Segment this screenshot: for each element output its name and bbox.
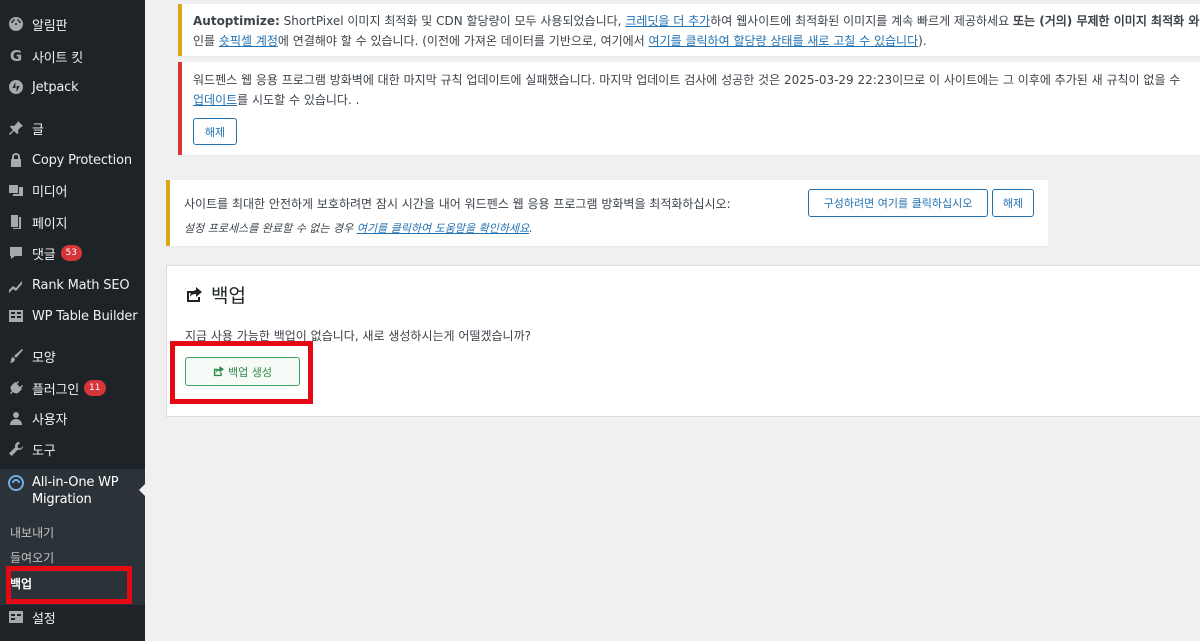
menu-label: 미디어 [32, 184, 68, 200]
refresh-quota-link[interactable]: 여기를 클릭하여 할당량 상태를 새로 고칠 수 있습니다 [649, 34, 919, 48]
menu-label: WP Table Builder [32, 308, 138, 324]
submenu-export[interactable]: 내보내기 [10, 524, 54, 541]
firewall-update-line-1: 워드펜스 웹 응용 프로그램 방화벽에 대한 마지막 규칙 업데이트에 실패했습… [193, 73, 1181, 87]
comment-icon [8, 245, 24, 261]
autoptimize-notice: Autoptimize: ShortPixel 이미지 최적화 및 CDN 할당… [178, 4, 1200, 56]
lock-icon [8, 152, 24, 168]
menu-item-site-kit[interactable]: G 사이트 킷 [0, 46, 145, 66]
firewall-optimize-dismiss-button[interactable]: 해제 [992, 189, 1034, 217]
firewall-update-dismiss-button[interactable]: 해제 [193, 118, 237, 145]
menu-item-pages[interactable]: 페이지 [0, 212, 145, 232]
notice-text: . [529, 222, 533, 235]
admin-sidebar: 알림판 G 사이트 킷 Jetpack 글 Copy Protection 미디… [0, 0, 146, 641]
menu-item-posts[interactable]: 글 [0, 118, 145, 138]
backups-title: 백업 [185, 281, 246, 308]
menu-label: All-in-One WP Migration [32, 475, 119, 507]
menu-item-settings[interactable]: 설정 [0, 607, 145, 627]
menu-label: 모양 [32, 350, 56, 366]
dashboard-icon [8, 16, 24, 32]
share-icon [187, 286, 202, 302]
notice-text: 에 연결해야 할 수 있습니다. (이전에 가져온 데이터를 기반으로, 여기에… [277, 34, 649, 48]
menu-label: 설정 [32, 611, 56, 627]
brush-icon [8, 348, 24, 364]
menu-item-all-in-one-wp-migration[interactable]: All-in-One WP Migration [0, 469, 145, 514]
menu-label: 페이지 [32, 216, 68, 232]
add-credits-link[interactable]: 크레딧을 더 추가 [625, 14, 710, 28]
notice-text: 인를 [193, 34, 219, 48]
autoptimize-line-2: 인를 숏픽셀 계정에 연결해야 할 수 있습니다. (이전에 가져온 데이터를 … [193, 32, 927, 49]
backups-panel: 백업 지금 사용 가능한 백업이 없습니다, 새로 생성하시는게 어떨겠습니까?… [166, 265, 1200, 417]
menu-item-wp-table-builder[interactable]: WP Table Builder [0, 306, 145, 326]
firewall-update-notice: 워드펜스 웹 응용 프로그램 방화벽에 대한 마지막 규칙 업데이트에 실패했습… [178, 62, 1200, 155]
menu-item-users[interactable]: 사용자 [0, 408, 145, 428]
submenu-import[interactable]: 들여오기 [10, 549, 54, 566]
page-icon [8, 214, 24, 230]
menu-label: 사이트 킷 [32, 50, 83, 66]
firewall-optimize-notice: 사이트를 최대한 안전하게 보호하려면 잠시 시간을 내어 워드펜스 웹 응용 … [166, 180, 1048, 246]
create-backup-highlight [170, 341, 313, 404]
notice-text: 하여 웹사이트에 최적화된 이미지를 계속 빠르게 제공하세요 [710, 14, 1013, 28]
menu-label: 댓글 [32, 247, 56, 263]
menu-item-appearance[interactable]: 모양 [0, 346, 145, 366]
firewall-help-link[interactable]: 여기를 클릭하여 도움말을 확인하세요 [357, 222, 529, 235]
menu-label: 글 [32, 122, 44, 138]
firewall-optimize-line-1: 사이트를 최대한 안전하게 보호하려면 잠시 시간을 내어 워드펜스 웹 응용 … [184, 197, 731, 211]
menu-label: 사용자 [32, 412, 68, 428]
menu-item-media[interactable]: 미디어 [0, 180, 145, 200]
menu-label: Rank Math SEO [32, 277, 130, 293]
site-kit-g-icon: G [9, 47, 23, 65]
backup-menu-highlight [6, 566, 132, 604]
plugin-icon [8, 380, 24, 396]
wrench-icon [8, 441, 24, 457]
menu-item-plugins[interactable]: 플러그인 11 [0, 378, 145, 398]
user-icon [8, 410, 24, 426]
shortpixel-account-link[interactable]: 숏픽셀 계정 [219, 34, 278, 48]
backups-title-text: 백업 [211, 285, 246, 307]
rank-math-icon [8, 277, 24, 293]
jetpack-icon [8, 79, 24, 95]
notice-text: ShortPixel 이미지 최적화 및 CDN 할당량이 모두 사용되었습니다… [279, 14, 626, 28]
autoptimize-line-1: Autoptimize: ShortPixel 이미지 최적화 및 CDN 할당… [193, 12, 1199, 29]
notice-bold-text: 또는 (거의) 무제한 이미지 최적화 와 [1012, 14, 1200, 28]
autoptimize-brand: Autoptimize: [193, 14, 280, 28]
menu-item-rank-math[interactable]: Rank Math SEO [0, 275, 145, 295]
configure-firewall-button[interactable]: 구성하려면 여기를 클릭하십시오 [808, 189, 988, 217]
menu-label: 도구 [32, 443, 56, 459]
plugins-update-badge: 11 [84, 380, 106, 396]
menu-item-dashboard[interactable]: 알림판 [0, 14, 145, 34]
notice-text: 설정 프로세스를 완료할 수 없는 경우 [184, 222, 357, 235]
table-icon [8, 308, 24, 324]
menu-label: 알림판 [32, 18, 68, 34]
menu-label: Copy Protection [32, 152, 132, 168]
firewall-update-line-2: 업데이트를 시도할 수 있습니다. . [193, 91, 359, 108]
menu-item-comments[interactable]: 댓글 53 [0, 243, 145, 263]
firewall-update-link[interactable]: 업데이트 [193, 93, 237, 107]
notice-text: ). [918, 34, 927, 48]
menu-label: Jetpack [32, 79, 79, 95]
menu-label: 플러그인 [32, 382, 80, 398]
settings-icon [8, 609, 24, 625]
current-menu-arrow [139, 483, 146, 497]
menu-item-tools[interactable]: 도구 [0, 439, 145, 459]
media-icon [8, 182, 24, 198]
comments-count-badge: 53 [60, 245, 82, 261]
notice-text: 를 시도할 수 있습니다. . [237, 93, 360, 107]
pin-icon [8, 120, 24, 136]
menu-item-copy-protection[interactable]: Copy Protection [0, 150, 145, 170]
menu-item-jetpack[interactable]: Jetpack [0, 77, 145, 97]
migration-icon [8, 475, 24, 491]
firewall-optimize-line-2: 설정 프로세스를 완료할 수 없는 경우 여기를 클릭하여 도움말을 확인하세요… [184, 220, 533, 236]
